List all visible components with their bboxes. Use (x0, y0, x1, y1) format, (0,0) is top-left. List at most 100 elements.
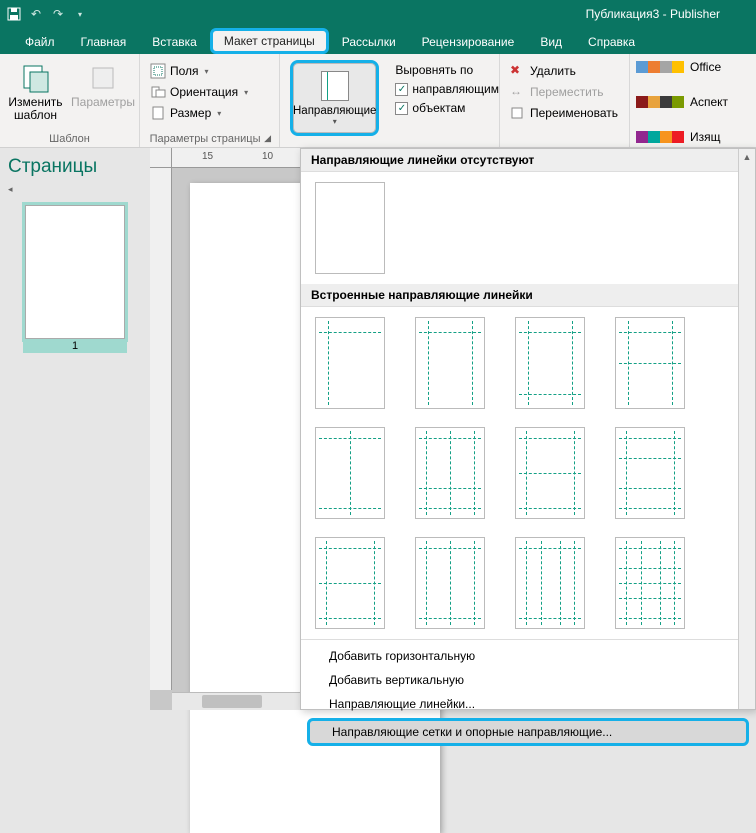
size-icon (150, 105, 166, 121)
align-to-guides-checkbox[interactable]: ✓ направляющим (391, 81, 503, 97)
tab-page-layout[interactable]: Макет страницы (210, 28, 329, 54)
template-options-label: Параметры (71, 96, 135, 109)
swatch-icon (636, 131, 684, 143)
delete-icon: ✖ (510, 63, 526, 79)
group-pages: ✖ Удалить ↔ Переместить Переименовать (500, 54, 630, 147)
group-layout: Направляющие ▾ Выровнять по ✓ направляющ… (280, 54, 500, 147)
rename-page-button[interactable]: Переименовать (506, 104, 622, 122)
pages-heading: Страницы (8, 156, 142, 178)
template-options-button: Параметры (73, 58, 133, 113)
move-page-button: ↔ Переместить (506, 83, 622, 101)
section-builtin-guides: Встроенные направляющие линейки (301, 284, 755, 307)
scheme-label: Изящ (690, 130, 721, 144)
no-guides-body (301, 172, 755, 284)
guides-dropdown: ▲ Направляющие линейки отсутствуют Встро… (300, 148, 756, 710)
tab-view[interactable]: Вид (527, 30, 575, 54)
scheme-office[interactable]: Office (636, 60, 756, 74)
guide-preset[interactable] (415, 427, 485, 519)
guide-preset[interactable] (615, 427, 685, 519)
scheme-elegant[interactable]: Изящ (636, 130, 756, 144)
ribbon-tabs: Файл Главная Вставка Макет страницы Расс… (0, 28, 756, 54)
size-label: Размер (170, 106, 211, 120)
page-setup-launcher-icon[interactable]: ◢ (264, 133, 273, 144)
scrollbar-thumb[interactable] (202, 695, 262, 708)
vertical-ruler[interactable] (150, 168, 172, 690)
options-icon (87, 62, 119, 94)
align-to-guides-label: направляющим (412, 82, 499, 96)
guides-button[interactable]: Направляющие ▾ (290, 60, 379, 136)
group-page-setup-label: Параметры страницы (146, 131, 264, 145)
change-template-label: Изменить шаблон (8, 96, 63, 122)
qat-dropdown-icon[interactable]: ▾ (72, 6, 88, 22)
tab-home[interactable]: Главная (68, 30, 140, 54)
align-to-label: Выровнять по (391, 62, 503, 78)
window-title: Публикация3 - Publisher (88, 7, 750, 21)
save-icon[interactable] (6, 6, 22, 22)
guide-preset[interactable] (315, 427, 385, 519)
change-template-button[interactable]: Изменить шаблон (6, 58, 65, 126)
guide-preset[interactable] (515, 427, 585, 519)
delete-page-button[interactable]: ✖ Удалить (506, 62, 622, 80)
guide-preset[interactable] (615, 317, 685, 409)
size-button[interactable]: Размер ▾ (146, 104, 252, 122)
margins-label: Поля (170, 64, 199, 78)
ruler-tick: 15 (202, 151, 213, 162)
group-page-setup: Поля ▾ Ориентация▾ Размер ▾ Параметры стра… (140, 54, 280, 147)
tab-review[interactable]: Рецензирование (409, 30, 528, 54)
quick-access-toolbar: ↶ ↷ ▾ (6, 6, 88, 22)
redo-icon[interactable]: ↷ (50, 6, 66, 22)
guide-preset-none[interactable] (315, 182, 385, 274)
margins-button[interactable]: Поля ▾ (146, 62, 252, 80)
guide-preset[interactable] (515, 537, 585, 629)
move-page-label: Переместить (530, 85, 604, 99)
chevron-down-icon: ▾ (244, 88, 248, 97)
rename-icon (510, 105, 526, 121)
checkbox-checked-icon: ✓ (395, 83, 408, 96)
guide-preset[interactable] (615, 537, 685, 629)
orientation-button[interactable]: Ориентация▾ (146, 83, 252, 101)
dropdown-scrollbar[interactable]: ▲ (738, 149, 755, 709)
page-number: 1 (23, 339, 127, 353)
ruler-tick: 10 (262, 151, 273, 162)
align-to-objects-checkbox[interactable]: ✓ объектам (391, 100, 503, 116)
tab-file[interactable]: Файл (12, 30, 68, 54)
builtin-guides-body (301, 307, 755, 639)
scroll-up-icon[interactable]: ▲ (739, 149, 755, 165)
scheme-aspect[interactable]: Аспект (636, 95, 756, 109)
pages-panel: Страницы ◂ 1 (0, 148, 150, 710)
guides-icon (321, 71, 349, 101)
title-bar: ↶ ↷ ▾ Публикация3 - Publisher (0, 0, 756, 28)
delete-page-label: Удалить (530, 64, 576, 78)
swatch-icon (636, 96, 684, 108)
group-template-label: Шаблон (6, 131, 133, 145)
page-thumbnail[interactable]: 1 (23, 205, 127, 353)
tab-insert[interactable]: Вставка (139, 30, 210, 54)
group-template: Изменить шаблон Параметры Шаблон (0, 54, 140, 147)
section-no-guides: Направляющие линейки отсутствуют (301, 149, 755, 172)
rename-page-label: Переименовать (530, 106, 618, 120)
add-horizontal-guide[interactable]: Добавить горизонтальную (301, 644, 755, 668)
chevron-down-icon: ▾ (205, 67, 209, 76)
tab-help[interactable]: Справка (575, 30, 648, 54)
group-schemes: Office Аспект Изящ (630, 54, 756, 147)
ribbon: Изменить шаблон Параметры Шаблон Поля ▾ О… (0, 54, 756, 148)
chevron-down-icon: ▾ (217, 109, 221, 118)
group-pages-label (506, 131, 623, 145)
orientation-icon (150, 84, 166, 100)
guide-preset[interactable] (415, 537, 485, 629)
ruler-guides-item[interactable]: Направляющие линейки... (301, 692, 755, 716)
guide-preset[interactable] (415, 317, 485, 409)
guides-label: Направляющие (293, 105, 376, 117)
tab-mailings[interactable]: Рассылки (329, 30, 409, 54)
guide-preset[interactable] (315, 317, 385, 409)
template-icon (20, 62, 52, 94)
collapse-icon[interactable]: ◂ (8, 184, 142, 195)
grid-guides-item[interactable]: Направляющие сетки и опорные направляющи… (307, 718, 749, 746)
guide-preset[interactable] (515, 317, 585, 409)
scheme-label: Аспект (690, 95, 728, 109)
checkbox-checked-icon: ✓ (395, 102, 408, 115)
margins-icon (150, 63, 166, 79)
add-vertical-guide[interactable]: Добавить вертикальную (301, 668, 755, 692)
guide-preset[interactable] (315, 537, 385, 629)
undo-icon[interactable]: ↶ (28, 6, 44, 22)
